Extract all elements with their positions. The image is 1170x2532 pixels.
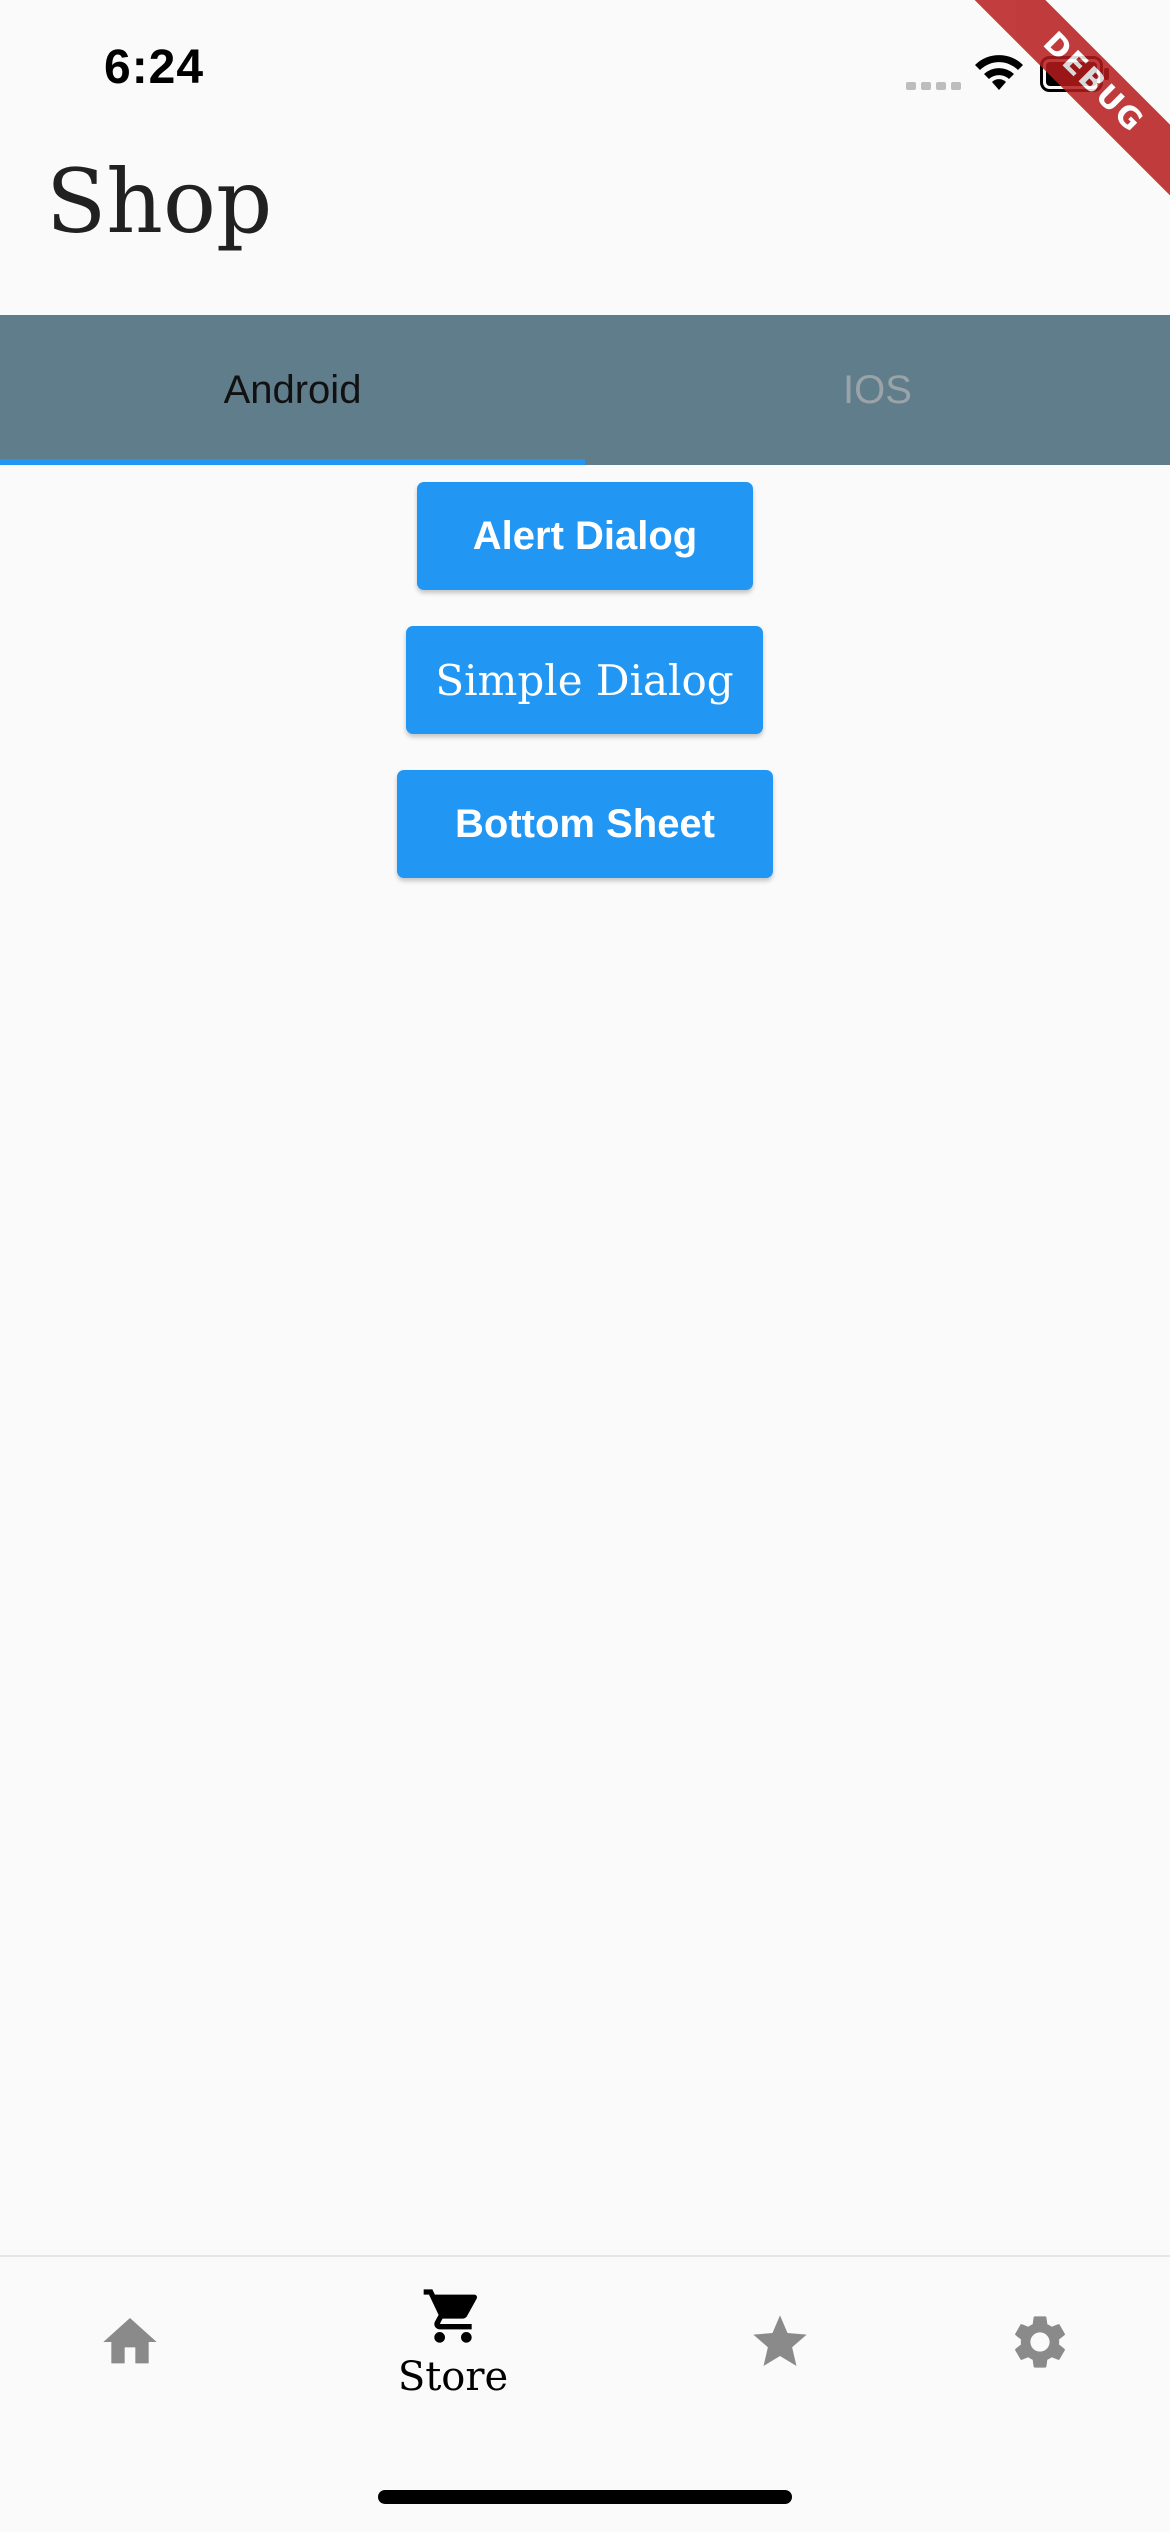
status-time: 6:24 [104, 41, 205, 94]
nav-item-store-label: Store [397, 2354, 509, 2400]
app-screen: 6:24 DEBUG Shop Android IOS Alert Dialog… [0, 0, 1170, 2532]
alert-dialog-button[interactable]: Alert Dialog [417, 482, 753, 590]
tab-ios[interactable]: IOS [585, 315, 1170, 465]
simple-dialog-button[interactable]: Simple Dialog [406, 626, 763, 734]
tab-android[interactable]: Android [0, 315, 585, 465]
nav-item-store[interactable]: Store [353, 2257, 553, 2427]
nav-item-favorites[interactable] [680, 2257, 880, 2427]
star-icon [753, 2315, 807, 2366]
tab-ios-label: IOS [843, 367, 912, 412]
home-indicator [378, 2490, 792, 2504]
bottom-sheet-button[interactable]: Bottom Sheet [397, 770, 773, 878]
tab-android-label: Android [223, 367, 362, 412]
cellular-signal-icon [906, 82, 961, 90]
wifi-icon [975, 55, 1023, 90]
gear-icon [1015, 2316, 1065, 2368]
nav-item-home[interactable] [30, 2257, 230, 2427]
page-title: Shop [46, 150, 273, 253]
tab-bar: Android IOS [0, 315, 1170, 465]
home-icon [103, 2318, 157, 2364]
nav-item-settings[interactable] [940, 2257, 1140, 2427]
status-bar: 6:24 [0, 0, 1170, 140]
tab-indicator [0, 459, 585, 465]
cart-icon [423, 2289, 478, 2343]
